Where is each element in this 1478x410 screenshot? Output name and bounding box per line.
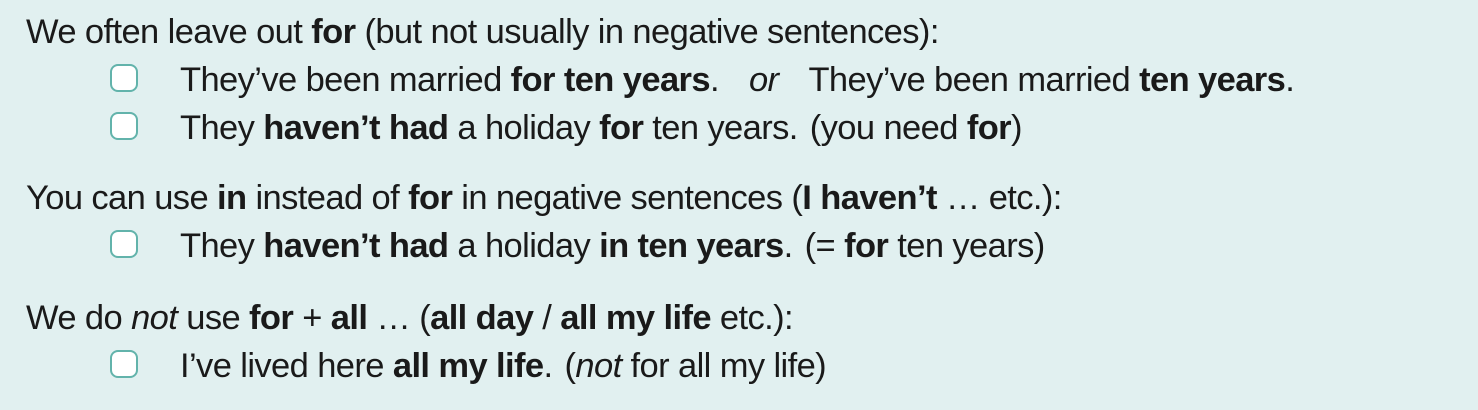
bold-text: in — [217, 179, 247, 217]
section1-example-1: They’ve been married for ten years. or The… — [26, 56, 1466, 104]
text: etc.): — [710, 299, 794, 337]
text: / — [533, 299, 561, 337]
text: I’ve lived here — [180, 347, 393, 385]
text: … ( — [367, 299, 431, 337]
bold-text: for ten years — [510, 61, 711, 99]
text: (but not usually in negative sentences): — [355, 13, 939, 51]
bold-text: all — [330, 299, 368, 337]
text: . — [783, 227, 794, 265]
text: a holiday — [448, 227, 600, 265]
italic-text: not — [131, 299, 178, 337]
bold-text: all my life — [392, 347, 544, 385]
bold-text: for — [408, 179, 453, 217]
text: They — [180, 109, 264, 147]
text: ten years. — [643, 109, 798, 147]
bold-text: for — [599, 109, 644, 147]
text: for all my life) — [621, 347, 827, 385]
section1-example-2: They haven’t had a holiday for ten years… — [26, 104, 1466, 152]
section2-example-1: They haven’t had a holiday in ten years.… — [26, 222, 1466, 270]
text: We do — [26, 299, 132, 337]
section3-example-1: I’ve lived here all my life. (not for all… — [26, 342, 1466, 390]
italic-text: not — [575, 347, 622, 385]
section1-heading: We often leave out for (but not usually … — [26, 8, 1466, 56]
text: (= — [804, 227, 845, 265]
checkbox-icon — [110, 230, 138, 258]
bold-text: haven’t had — [263, 109, 449, 147]
text: in negative sentences ( — [452, 179, 803, 217]
text: You can use — [26, 179, 218, 217]
bold-text: for — [966, 109, 1012, 147]
text: We often leave out — [26, 13, 312, 51]
bold-text: ten years — [1139, 61, 1286, 99]
text: instead of — [246, 179, 409, 217]
section3-heading: We do not use for + all … (all day / all… — [26, 294, 1466, 342]
checkbox-icon — [110, 350, 138, 378]
text: ) — [1011, 109, 1022, 147]
text: + — [293, 299, 331, 337]
text: … etc.): — [936, 179, 1063, 217]
checkbox-icon — [110, 64, 138, 92]
text: They’ve been married — [808, 61, 1140, 99]
bold-text: I haven’t — [802, 179, 937, 217]
or-word: or — [748, 61, 779, 99]
text: . — [543, 347, 554, 385]
text: use — [177, 299, 250, 337]
text: They — [180, 227, 264, 265]
text: ( — [564, 347, 576, 385]
text: . — [709, 61, 720, 99]
text: . — [1285, 61, 1295, 99]
text: ten years) — [888, 227, 1045, 265]
bold-text: for — [249, 299, 294, 337]
checkbox-icon — [110, 112, 138, 140]
text: (you need — [809, 109, 967, 147]
text: They’ve been married — [180, 61, 511, 99]
grammar-notes: We often leave out for (but not usually … — [26, 8, 1466, 390]
bold-text: for — [844, 227, 889, 265]
bold-text: all my life — [560, 299, 711, 337]
bold-text: haven’t had — [263, 227, 449, 265]
bold-text: for — [311, 13, 356, 51]
bold-text: in ten years — [599, 227, 784, 265]
section2-heading: You can use in instead of for in negativ… — [26, 174, 1466, 222]
bold-text: all day — [430, 299, 534, 337]
text: a holiday — [448, 109, 600, 147]
